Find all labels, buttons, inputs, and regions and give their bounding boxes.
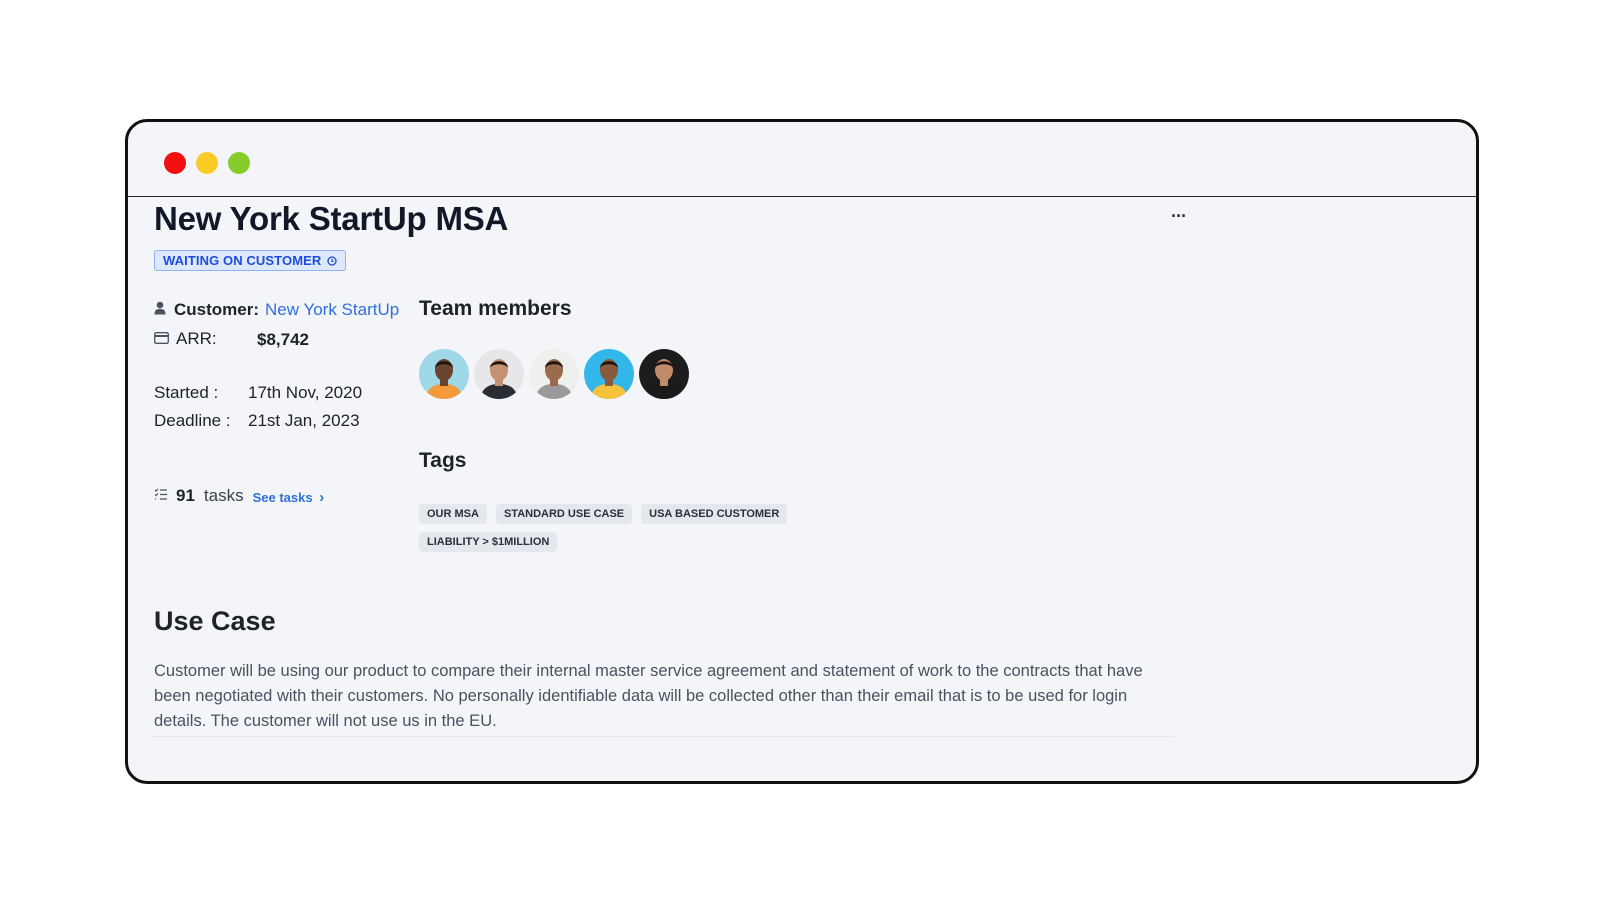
customer-label: Customer: [174, 300, 260, 319]
person-avatar-icon [584, 349, 634, 399]
task-list-icon [154, 487, 168, 505]
person-avatar-icon [419, 349, 469, 399]
maximize-window-button[interactable] [228, 152, 250, 174]
tag-chip[interactable]: LIABILITY > $1MILLION [419, 532, 558, 552]
tasks-count: 91 [176, 486, 195, 505]
arr-row: ARR: [154, 329, 217, 349]
chevron-right-icon: › [319, 489, 325, 506]
page-title: New York StartUp MSA [154, 200, 509, 237]
tag-chip[interactable]: USA BASED CUSTOMER [641, 504, 788, 524]
arr-label: ARR: [176, 329, 217, 348]
see-tasks-link[interactable]: See tasks › [253, 489, 325, 506]
use-case-heading: Use Case [154, 606, 276, 636]
team-avatars [419, 349, 689, 399]
avatar[interactable] [474, 349, 524, 399]
avatar[interactable] [584, 349, 634, 399]
close-window-button[interactable] [164, 152, 186, 174]
started-value: 17th Nov, 2020 [248, 383, 363, 402]
person-avatar-icon [529, 349, 579, 399]
more-options-button[interactable]: ··· [1171, 206, 1187, 227]
avatar[interactable] [419, 349, 469, 399]
arr-value: $8,742 [257, 330, 309, 349]
team-members-heading: Team members [419, 297, 572, 320]
tag-chip[interactable]: OUR MSA [419, 504, 487, 524]
tag-list: OUR MSA STANDARD USE CASE USA BASED CUSTOM… [419, 504, 839, 552]
tasks-row: 91 tasks See tasks › [154, 486, 324, 506]
status-label: WAITING ON CUSTOMER [163, 253, 322, 268]
deadline-value: 21st Jan, 2023 [248, 411, 360, 430]
tags-heading: Tags [419, 449, 467, 472]
customer-row: Customer: New York StartUp [154, 300, 399, 320]
tasks-label: tasks [203, 486, 244, 505]
customer-link[interactable]: New York StartUp [265, 300, 399, 320]
use-case-description: Customer will be using our product to co… [154, 662, 1143, 730]
deadline-label: Deadline : [154, 411, 231, 430]
user-icon [154, 300, 166, 320]
clock-icon [327, 255, 338, 266]
see-tasks-label: See tasks [252, 490, 313, 505]
tag-chip[interactable]: STANDARD USE CASE [495, 504, 633, 524]
avatar[interactable] [639, 349, 689, 399]
minimize-window-button[interactable] [196, 152, 218, 174]
app-window: New York StartUp MSA ··· WAITING ON CUST… [125, 119, 1479, 784]
started-label: Started : [154, 383, 219, 402]
credit-card-icon [154, 329, 169, 349]
person-avatar-icon [639, 349, 689, 399]
avatar[interactable] [529, 349, 579, 399]
divider [150, 736, 1175, 737]
status-badge[interactable]: WAITING ON CUSTOMER [154, 250, 347, 271]
person-avatar-icon [474, 349, 524, 399]
title-bar [128, 122, 1476, 197]
